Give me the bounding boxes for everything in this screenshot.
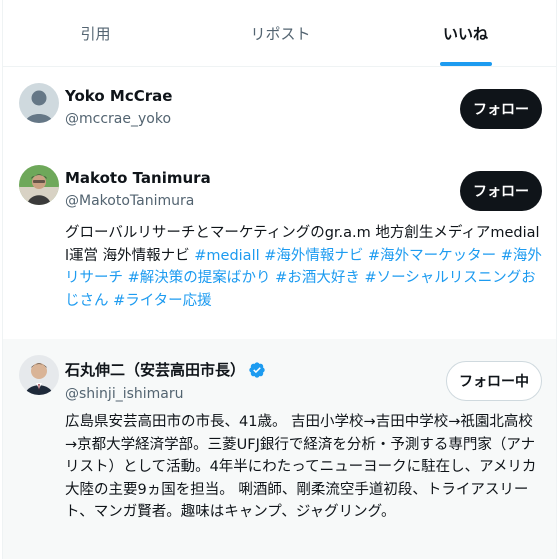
- tab-likes-label: いいね: [442, 24, 488, 43]
- hashtag-link[interactable]: #ライター応援: [113, 293, 212, 309]
- user-cell-ishimaru[interactable]: 石丸伸二（安芸高田市長） @shinji_ishimaru フォロー中 広島県安…: [3, 339, 556, 559]
- user-cell-yoko[interactable]: Yoko McCrae @mccrae_yoko フォロー: [3, 67, 556, 149]
- hashtag-link[interactable]: #海外情報ナビ: [264, 248, 363, 264]
- following-button[interactable]: フォロー中: [446, 361, 542, 401]
- hashtag-link[interactable]: #解決策の提案ばかり: [128, 270, 271, 286]
- user-name[interactable]: Makoto Tanimura: [65, 169, 211, 187]
- tab-bar: 引用 リポスト いいね: [3, 0, 556, 67]
- user-cell-makoto[interactable]: Makoto Tanimura @MakotoTanimura フォロー グロー…: [3, 149, 556, 339]
- hashtag-link[interactable]: #お酒大好き: [275, 270, 360, 286]
- hashtag-link[interactable]: #海外マーケッター: [368, 248, 496, 264]
- user-handle[interactable]: @shinji_ishimaru: [65, 386, 266, 402]
- user-handle[interactable]: @MakotoTanimura: [65, 193, 211, 209]
- active-tab-indicator: [439, 62, 492, 66]
- hashtag-link[interactable]: #mediall: [194, 248, 259, 264]
- user-avatar[interactable]: [19, 355, 59, 395]
- tab-reposts-label: リポスト: [250, 24, 311, 43]
- follow-button[interactable]: フォロー: [460, 171, 542, 211]
- likes-panel: 引用 リポスト いいね Yoko McCrae @mccrae_yoko フォロ…: [2, 0, 557, 559]
- verified-badge-icon: [248, 361, 266, 379]
- user-bio: 広島県安芸高田市の市長、41歳。 吉田小学校→吉田中学校→祇園北高校→京都大学経…: [65, 414, 537, 520]
- user-bio: グローバルリサーチとマーケティングのgr.a.m 地方創生メディアmediall…: [65, 222, 542, 312]
- user-avatar[interactable]: [19, 165, 59, 205]
- tab-quotes-label: 引用: [80, 24, 111, 43]
- tab-quotes[interactable]: 引用: [3, 0, 188, 66]
- user-name[interactable]: 石丸伸二（安芸高田市長）: [65, 359, 266, 380]
- follow-button[interactable]: フォロー: [460, 89, 542, 129]
- user-name[interactable]: Yoko McCrae: [65, 87, 172, 105]
- tab-reposts[interactable]: リポスト: [188, 0, 373, 66]
- default-avatar-icon[interactable]: [19, 83, 59, 123]
- tab-likes[interactable]: いいね: [373, 0, 556, 66]
- user-handle[interactable]: @mccrae_yoko: [65, 111, 172, 127]
